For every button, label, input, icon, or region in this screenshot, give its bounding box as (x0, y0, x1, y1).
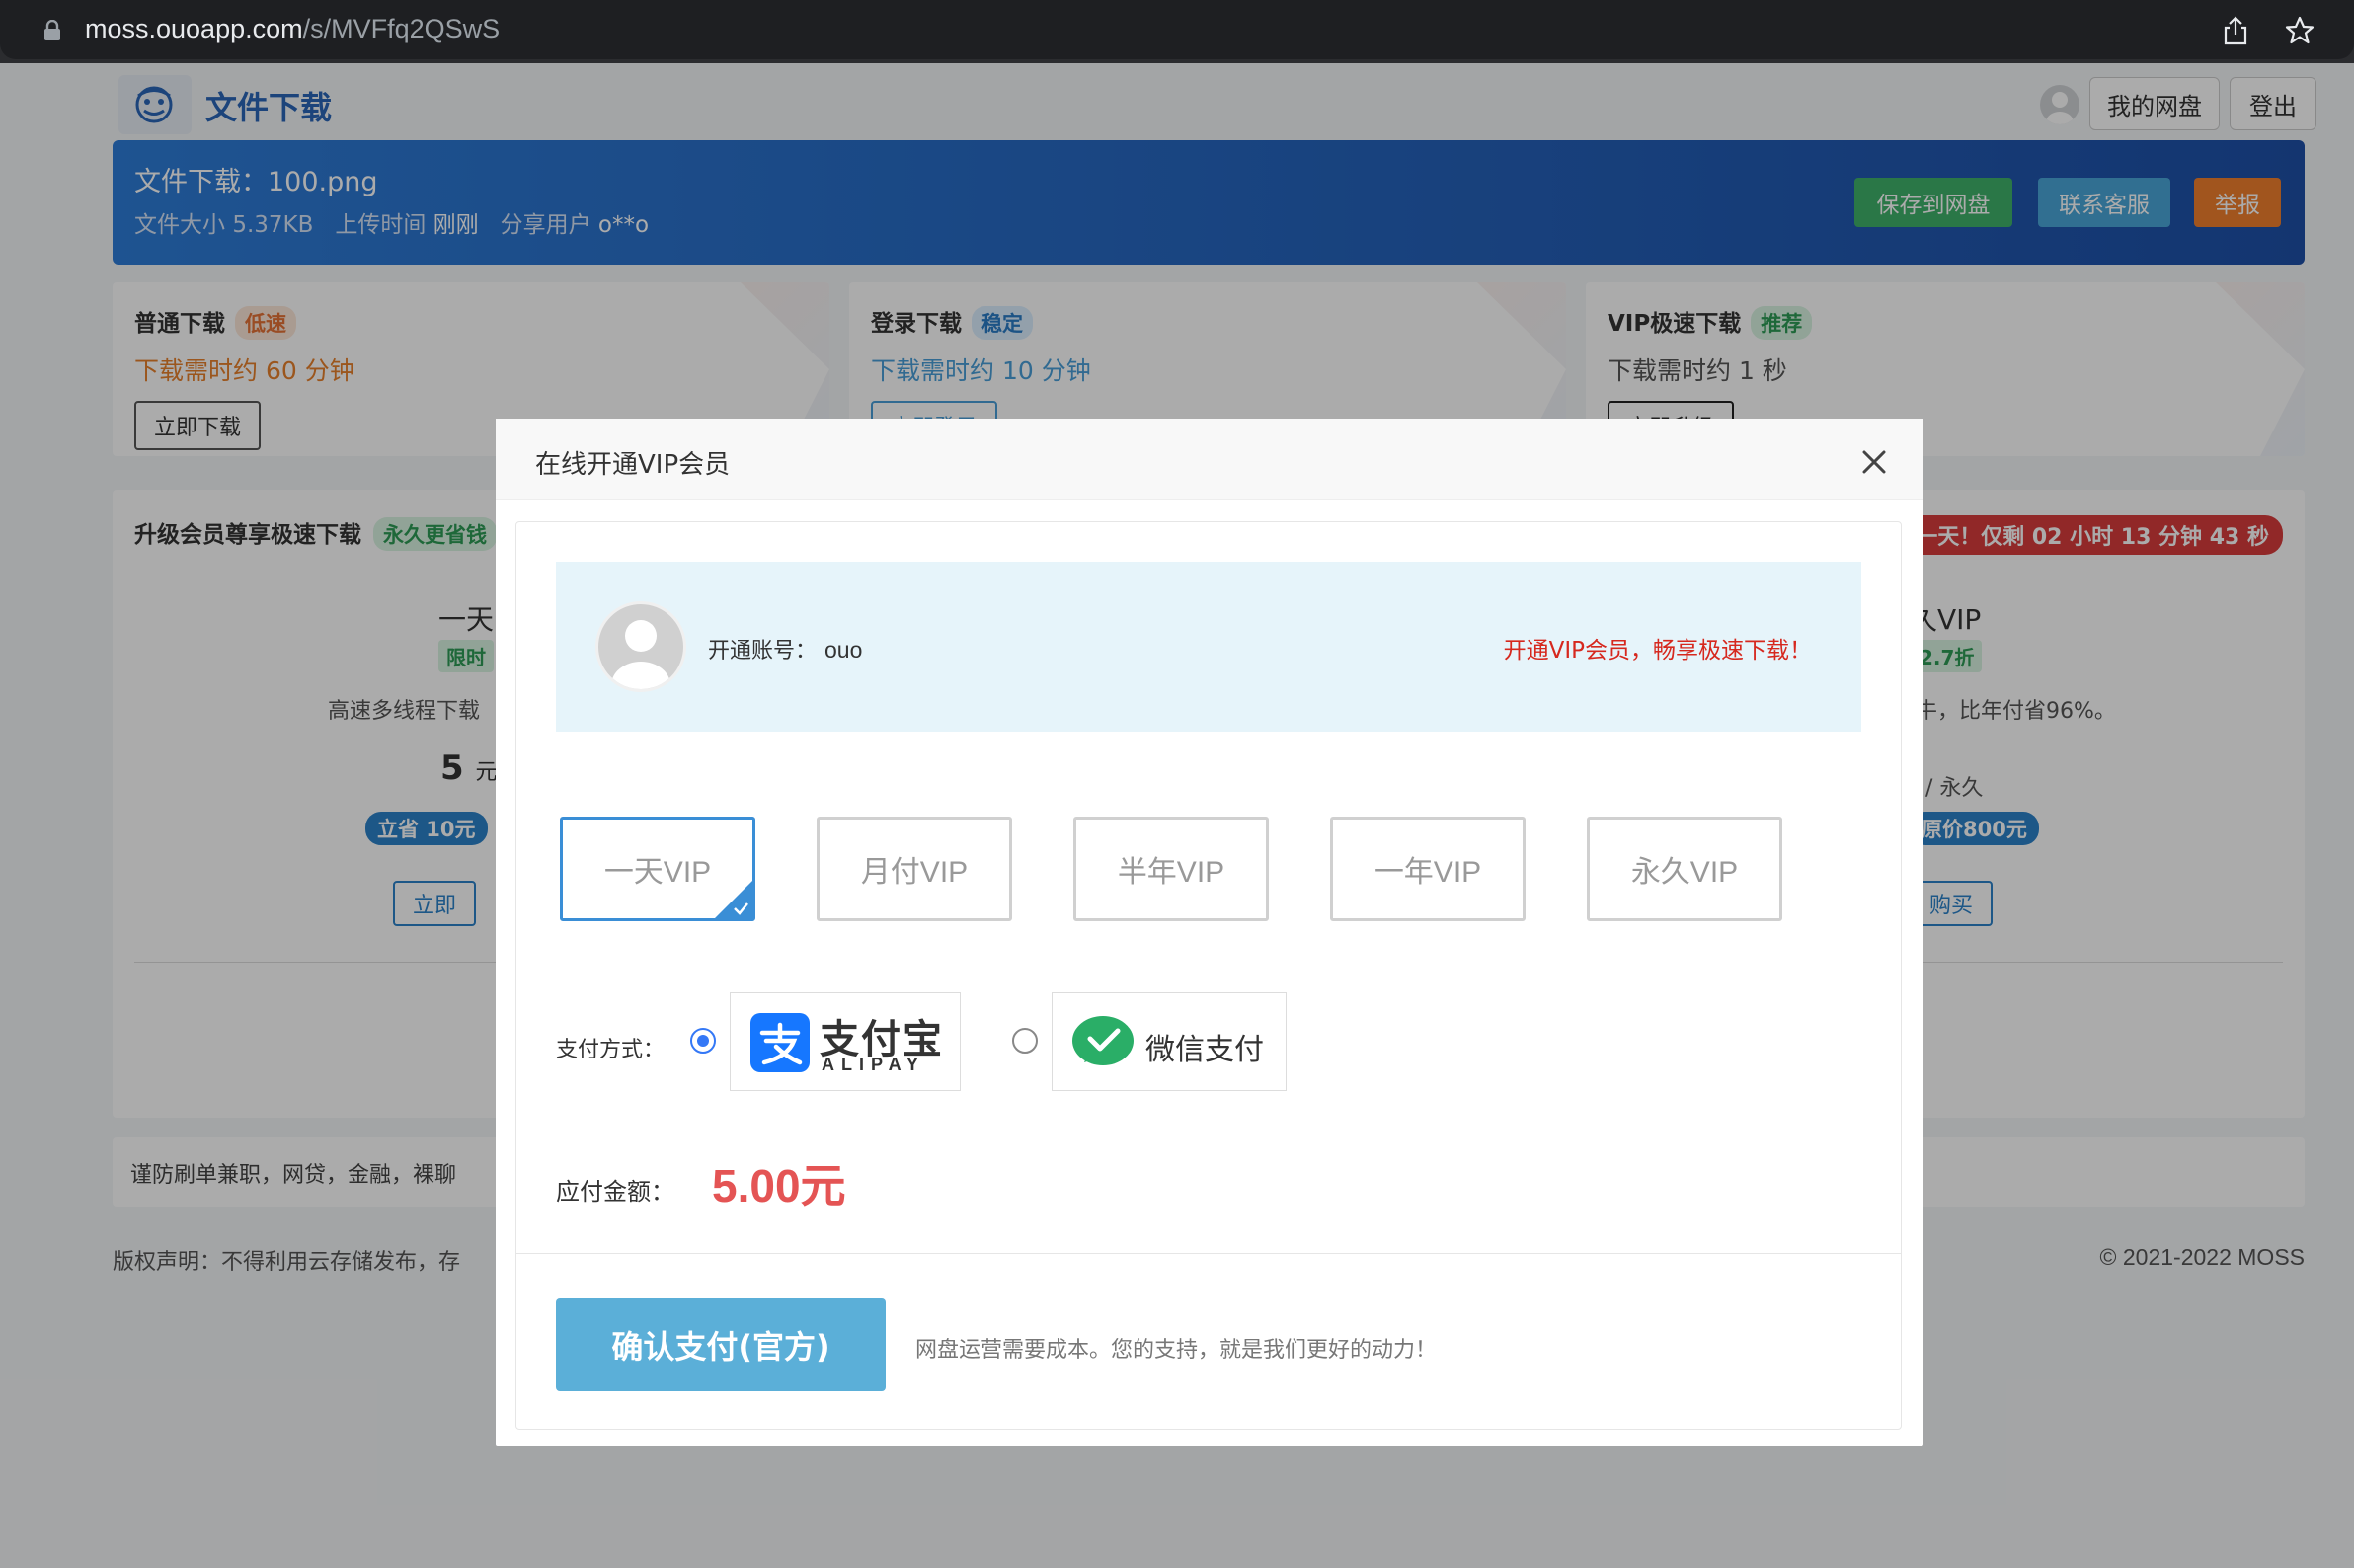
address-bar[interactable]: moss.ouoapp.com/s/MVFfq2QSwS (0, 0, 2354, 59)
alipay-option[interactable]: 支付宝 ALIPAY (730, 992, 961, 1091)
promo-text: 开通VIP会员，畅享极速下载！ (1503, 638, 1812, 664)
plan-label: 一年VIP (1373, 856, 1482, 889)
close-icon[interactable] (1860, 448, 1888, 476)
plan-option-year[interactable]: 一年VIP (1330, 817, 1526, 921)
modal-header: 在线开通VIP会员 (496, 419, 1923, 500)
modal-body: 开通账号： ouo 开通VIP会员，畅享极速下载！ 一天VIP 月付VIP 半年V… (515, 521, 1902, 1430)
wechat-pay-text: 微信支付 (1145, 1033, 1264, 1067)
alipay-logo-icon (750, 1013, 810, 1072)
wechat-radio[interactable] (1012, 1028, 1038, 1054)
plan-label: 月付VIP (860, 856, 969, 889)
alipay-radio[interactable] (690, 1028, 716, 1054)
checkmark-icon (715, 881, 752, 918)
plan-label: 永久VIP (1630, 856, 1739, 889)
payment-method-label: 支付方式： (556, 1038, 666, 1062)
vip-purchase-modal: 在线开通VIP会员 开通账号： ouo 开通VIP会员，畅享极速下载！ 一天VIP… (496, 419, 1923, 1446)
lock-icon (44, 20, 60, 40)
plan-label: 一天VIP (603, 856, 712, 889)
confirm-payment-button[interactable]: 确认支付(官方) (556, 1298, 886, 1391)
plan-option-halfyear[interactable]: 半年VIP (1073, 817, 1269, 921)
account-label-text: 开通账号： (708, 639, 818, 664)
bookmark-star-icon[interactable] (2285, 16, 2315, 45)
account-box: 开通账号： ouo 开通VIP会员，畅享极速下载！ (556, 562, 1861, 732)
account-value: ouo (824, 637, 863, 663)
browser-bar: moss.ouoapp.com/s/MVFfq2QSwS (0, 0, 2354, 63)
url-host: moss.ouoapp.com (85, 14, 303, 43)
wechat-pay-option[interactable]: 微信支付 (1052, 992, 1287, 1091)
account-label: 开通账号： ouo (708, 633, 862, 665)
amount-value: 5.00元 (712, 1160, 846, 1212)
plan-option-month[interactable]: 月付VIP (817, 817, 1012, 921)
plan-option-day[interactable]: 一天VIP (560, 817, 755, 921)
divider (516, 1253, 1901, 1254)
plan-option-lifetime[interactable]: 永久VIP (1587, 817, 1782, 921)
alipay-en-text: ALIPAY (822, 1055, 926, 1074)
support-text: 网盘运营需要成本。您的支持，就是我们更好的动力！ (915, 1338, 1438, 1363)
account-avatar (595, 601, 686, 692)
url-path: /s/MVFfq2QSwS (302, 14, 501, 43)
wechat-pay-logo-icon (1072, 1016, 1134, 1065)
share-icon[interactable] (2222, 16, 2249, 45)
plan-label: 半年VIP (1117, 856, 1225, 889)
default-avatar-icon (611, 620, 670, 689)
amount-label: 应付金额： (556, 1178, 674, 1206)
modal-title: 在线开通VIP会员 (535, 450, 731, 480)
url-text[interactable]: moss.ouoapp.com/s/MVFfq2QSwS (85, 14, 500, 44)
